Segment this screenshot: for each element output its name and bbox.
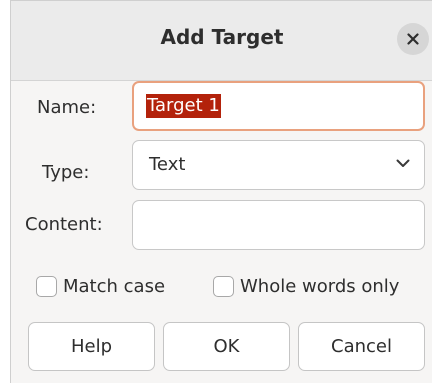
whole-words-option[interactable]: Whole words only: [213, 276, 399, 297]
name-input[interactable]: Target 1: [132, 81, 425, 131]
whole-words-checkbox[interactable]: [213, 276, 234, 297]
help-button[interactable]: Help: [28, 322, 155, 371]
ok-button[interactable]: OK: [163, 322, 290, 371]
title-bar: Add Target: [11, 1, 432, 81]
type-dropdown[interactable]: Text: [132, 140, 425, 190]
cancel-button[interactable]: Cancel: [298, 322, 425, 371]
close-icon: [407, 33, 419, 45]
match-case-checkbox[interactable]: [36, 276, 57, 297]
type-selected-value: Text: [149, 154, 186, 175]
chevron-down-icon: [396, 159, 410, 167]
dialog-title: Add Target: [160, 25, 284, 49]
type-label: Type:: [42, 162, 90, 183]
close-button[interactable]: [397, 23, 429, 55]
match-case-option[interactable]: Match case: [36, 276, 165, 297]
add-target-dialog: Add Target Name: Target 1 Type: Text Con…: [10, 0, 432, 383]
name-label: Name:: [37, 97, 97, 118]
content-input[interactable]: [132, 200, 425, 250]
content-label: Content:: [25, 214, 103, 235]
name-value-selected: Target 1: [146, 94, 221, 118]
whole-words-label: Whole words only: [240, 276, 400, 297]
match-case-label: Match case: [63, 276, 166, 297]
